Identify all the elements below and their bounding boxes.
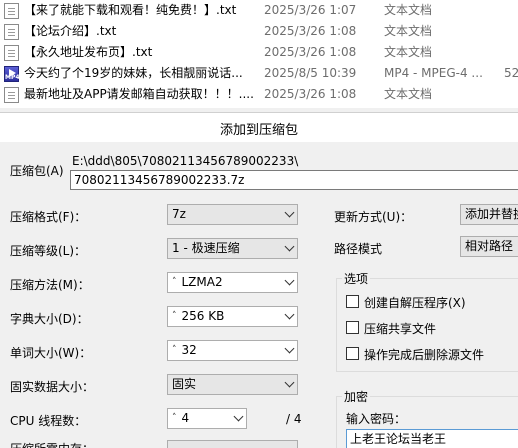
file-type: 文本文档 (384, 24, 433, 38)
add-to-archive-dialog: 压缩包(A) E:\ddd\805\70802113456789002233\ … (0, 142, 518, 448)
file-row[interactable]: 【来了就能下载和观看！纯免费！】.txt 2025/3/26 1:07 文本文档 (0, 0, 518, 21)
path-mode-value: 相对路径 (465, 239, 514, 253)
file-name: 【论坛介绍】.txt (24, 24, 117, 38)
update-select[interactable]: 添加并替换 (460, 204, 518, 225)
delete-source-checkbox[interactable] (346, 347, 359, 360)
file-name: 今天约了个19岁的妹妹，长相靓丽说话... (24, 66, 243, 80)
dict-select[interactable]: ˄ 256 KB (167, 306, 298, 327)
shared-files-label: 压缩共享文件 (364, 322, 437, 336)
file-date: 2025/3/26 1:08 (264, 24, 357, 38)
file-type: 文本文档 (384, 87, 433, 101)
chevron-down-icon (284, 207, 295, 218)
options-title: 选项 (342, 270, 371, 287)
method-label: 压缩方法(M)： (10, 278, 90, 292)
file-name: 最新地址及APP请发邮箱自动获取！！！.... (24, 87, 254, 101)
text-file-icon (4, 87, 19, 103)
cpu-total: / 4 (286, 412, 302, 426)
memory-label: 压缩所需内存： (10, 440, 94, 448)
text-file-icon (4, 3, 19, 19)
password-label: 输入密码： (346, 412, 407, 426)
file-date: 2025/3/26 1:08 (264, 45, 357, 59)
cpu-label: CPU 线程数： (10, 414, 87, 428)
archive-path-input[interactable]: 70802113456789002233.7z (70, 170, 518, 190)
file-row[interactable]: 【论坛介绍】.txt 2025/3/26 1:08 文本文档 (0, 21, 518, 42)
archive-folder: E:\ddd\805\70802113456789002233\ (72, 154, 299, 168)
file-name: 【来了就能下载和观看！纯免费！】.txt (24, 3, 237, 17)
solid-label: 固实数据大小： (10, 380, 95, 394)
format-select[interactable]: 7z (167, 204, 298, 225)
archive-label: 压缩包(A) (10, 164, 64, 178)
file-date: 2025/3/26 1:08 (264, 87, 357, 101)
chevron-down-icon (284, 241, 295, 252)
file-row[interactable]: 最新地址及APP请发邮箱自动获取！！！.... 2025/3/26 1:08 文… (0, 84, 518, 105)
file-type: 文本文档 (384, 45, 433, 59)
method-value: LZMA2 (181, 275, 223, 289)
path-mode-label: 路径模式 (334, 242, 383, 256)
chevron-down-icon (233, 411, 244, 422)
text-file-icon (4, 24, 19, 40)
chevron-down-icon (284, 309, 295, 320)
format-label: 压缩格式(F)： (10, 210, 87, 224)
cpu-select[interactable]: ˄ 4 (167, 408, 247, 429)
path-mode-select[interactable]: 相对路径 (460, 236, 518, 257)
solid-value: 固实 (172, 377, 197, 391)
sfx-checkbox[interactable] (346, 295, 359, 308)
word-value: 32 (181, 343, 197, 357)
file-row[interactable]: 【永久地址发布页】.txt 2025/3/26 1:08 文本文档 (0, 42, 518, 63)
caret-up-icon: ˄ (172, 277, 177, 287)
file-list: 【来了就能下载和观看！纯免费！】.txt 2025/3/26 1:07 文本文档… (0, 0, 518, 108)
file-size: 52 (504, 66, 518, 80)
word-label: 单词大小(W)： (10, 346, 92, 360)
chevron-down-icon (284, 275, 295, 286)
caret-up-icon: ˄ (172, 345, 177, 355)
file-date: 2025/8/5 10:39 (264, 66, 357, 80)
memory-field (167, 440, 298, 448)
file-date: 2025/3/26 1:07 (264, 3, 357, 17)
file-type: 文本文档 (384, 3, 433, 17)
text-file-icon (4, 45, 19, 61)
method-select[interactable]: ˄ LZMA2 (167, 272, 298, 293)
caret-up-icon: ˄ (172, 311, 177, 321)
file-row[interactable]: MP4 今天约了个19岁的妹妹，长相靓丽说话... 2025/8/5 10:39… (0, 63, 518, 84)
chevron-down-icon (284, 377, 295, 388)
chevron-down-icon (284, 343, 295, 354)
password-input[interactable]: 上老王论坛当老王 (346, 429, 518, 448)
dialog-title: 添加到压缩包 (219, 123, 298, 138)
level-value: 1 - 极速压缩 (172, 241, 240, 255)
dialog-titlebar[interactable]: 添加到压缩包 (0, 112, 518, 142)
level-select[interactable]: 1 - 极速压缩 (167, 238, 298, 259)
update-value: 添加并替换 (465, 207, 518, 221)
word-select[interactable]: ˄ 32 (167, 340, 298, 361)
encryption-title: 加密 (342, 388, 371, 405)
sfx-label: 创建自解压程序(X) (364, 296, 466, 310)
file-name: 【永久地址发布页】.txt (24, 45, 153, 59)
format-value: 7z (172, 207, 186, 221)
dict-value: 256 KB (181, 309, 225, 323)
file-type: MP4 - MPEG-4 ... (384, 66, 483, 80)
mp4-file-icon: MP4 (4, 66, 20, 82)
dict-label: 字典大小(D)： (10, 312, 89, 326)
shared-files-checkbox[interactable] (346, 321, 359, 334)
caret-up-icon: ˄ (172, 413, 177, 423)
solid-select[interactable]: 固实 (167, 374, 298, 395)
update-label: 更新方式(U)： (334, 210, 413, 224)
delete-source-label: 操作完成后删除源文件 (364, 348, 485, 362)
level-label: 压缩等级(L)： (10, 244, 87, 258)
cpu-value: 4 (181, 411, 190, 425)
